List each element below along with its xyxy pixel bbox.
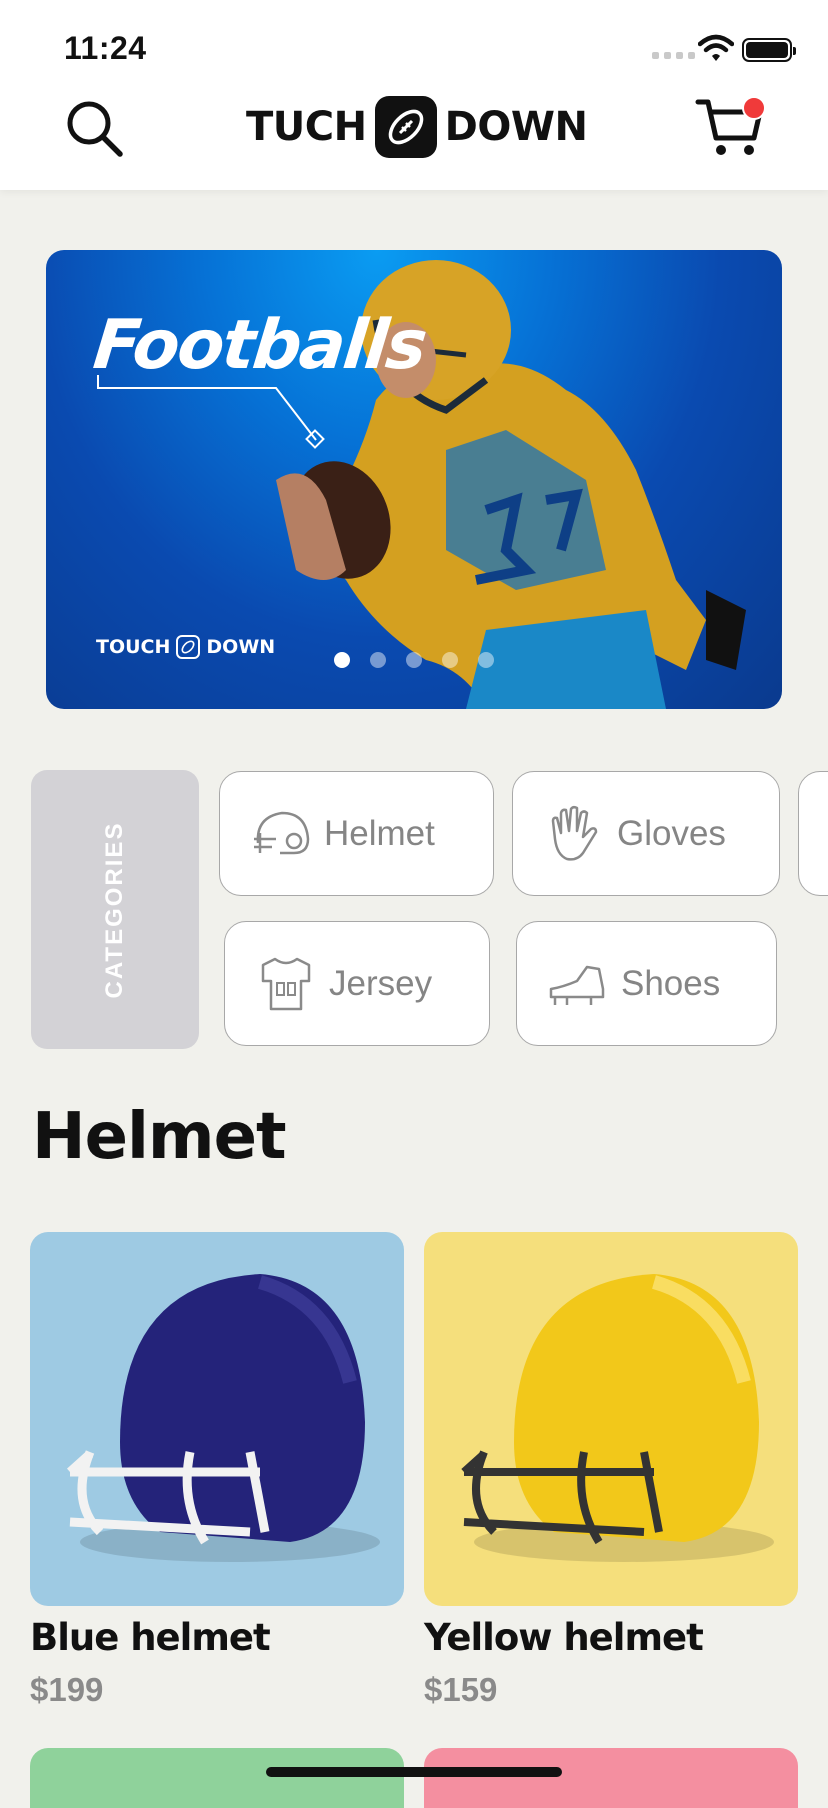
product-image — [30, 1232, 404, 1606]
category-chip-shoes[interactable]: Shoes — [516, 921, 777, 1046]
categories-label: CATEGORIES — [101, 821, 128, 998]
category-chip-jersey[interactable]: Jersey — [224, 921, 490, 1046]
promo-banner[interactable]: Footballs TOUCH DOWN — [46, 250, 782, 709]
category-chip-label: Helmet — [324, 813, 435, 853]
cellular-signal-icon — [652, 52, 695, 59]
banner-brand-logo: TOUCH DOWN — [96, 635, 275, 659]
brand-word-left: TUCH — [246, 104, 367, 150]
banner-brand-left: TOUCH — [96, 636, 171, 658]
brand-logo[interactable]: TUCH DOWN — [246, 96, 588, 158]
brand-word-right: DOWN — [444, 104, 588, 150]
product-price: $199 — [30, 1671, 104, 1708]
product-name: Blue helmet — [30, 1616, 271, 1659]
category-chip-label: Jersey — [329, 963, 433, 1003]
product-name: Yellow helmet — [424, 1616, 704, 1659]
product-card-peek[interactable] — [424, 1748, 798, 1808]
helmet-icon — [254, 811, 310, 854]
mini-football-logo-icon — [176, 635, 201, 659]
product-card-peek[interactable] — [30, 1748, 404, 1808]
carousel-dot[interactable] — [442, 652, 458, 668]
categories-label-box: CATEGORIES — [31, 770, 199, 1049]
cart-badge — [742, 96, 766, 120]
category-chip-helmet[interactable]: Helmet — [219, 771, 494, 896]
carousel-dot[interactable] — [478, 652, 494, 668]
search-icon[interactable] — [62, 96, 126, 160]
football-logo-icon — [374, 96, 437, 158]
category-chip-label: Gloves — [617, 813, 726, 853]
product-card[interactable]: Yellow helmet $159 — [424, 1232, 798, 1709]
shoes-icon — [549, 965, 605, 1005]
section-title: Helmet — [32, 1100, 287, 1174]
home-indicator[interactable] — [266, 1767, 562, 1777]
carousel-dot[interactable] — [370, 652, 386, 668]
banner-brand-right: DOWN — [206, 636, 276, 658]
status-time: 11:24 — [64, 30, 147, 66]
carousel-pagination — [334, 652, 494, 668]
blue-helmet-image — [66, 1274, 380, 1562]
banner-title: Footballs — [89, 306, 429, 385]
carousel-dot[interactable] — [406, 652, 422, 668]
carousel-dot[interactable] — [334, 652, 350, 668]
gloves-icon — [551, 805, 598, 861]
category-chip-more[interactable] — [798, 771, 828, 896]
battery-icon — [742, 38, 796, 62]
wifi-icon — [698, 34, 734, 61]
product-price: $159 — [424, 1671, 498, 1708]
category-chip-label: Shoes — [621, 963, 721, 1003]
jersey-icon — [261, 957, 311, 1010]
product-image — [424, 1232, 798, 1606]
product-card[interactable]: Blue helmet $199 — [30, 1232, 404, 1709]
yellow-helmet-image — [461, 1274, 774, 1562]
category-chip-gloves[interactable]: Gloves — [512, 771, 780, 896]
